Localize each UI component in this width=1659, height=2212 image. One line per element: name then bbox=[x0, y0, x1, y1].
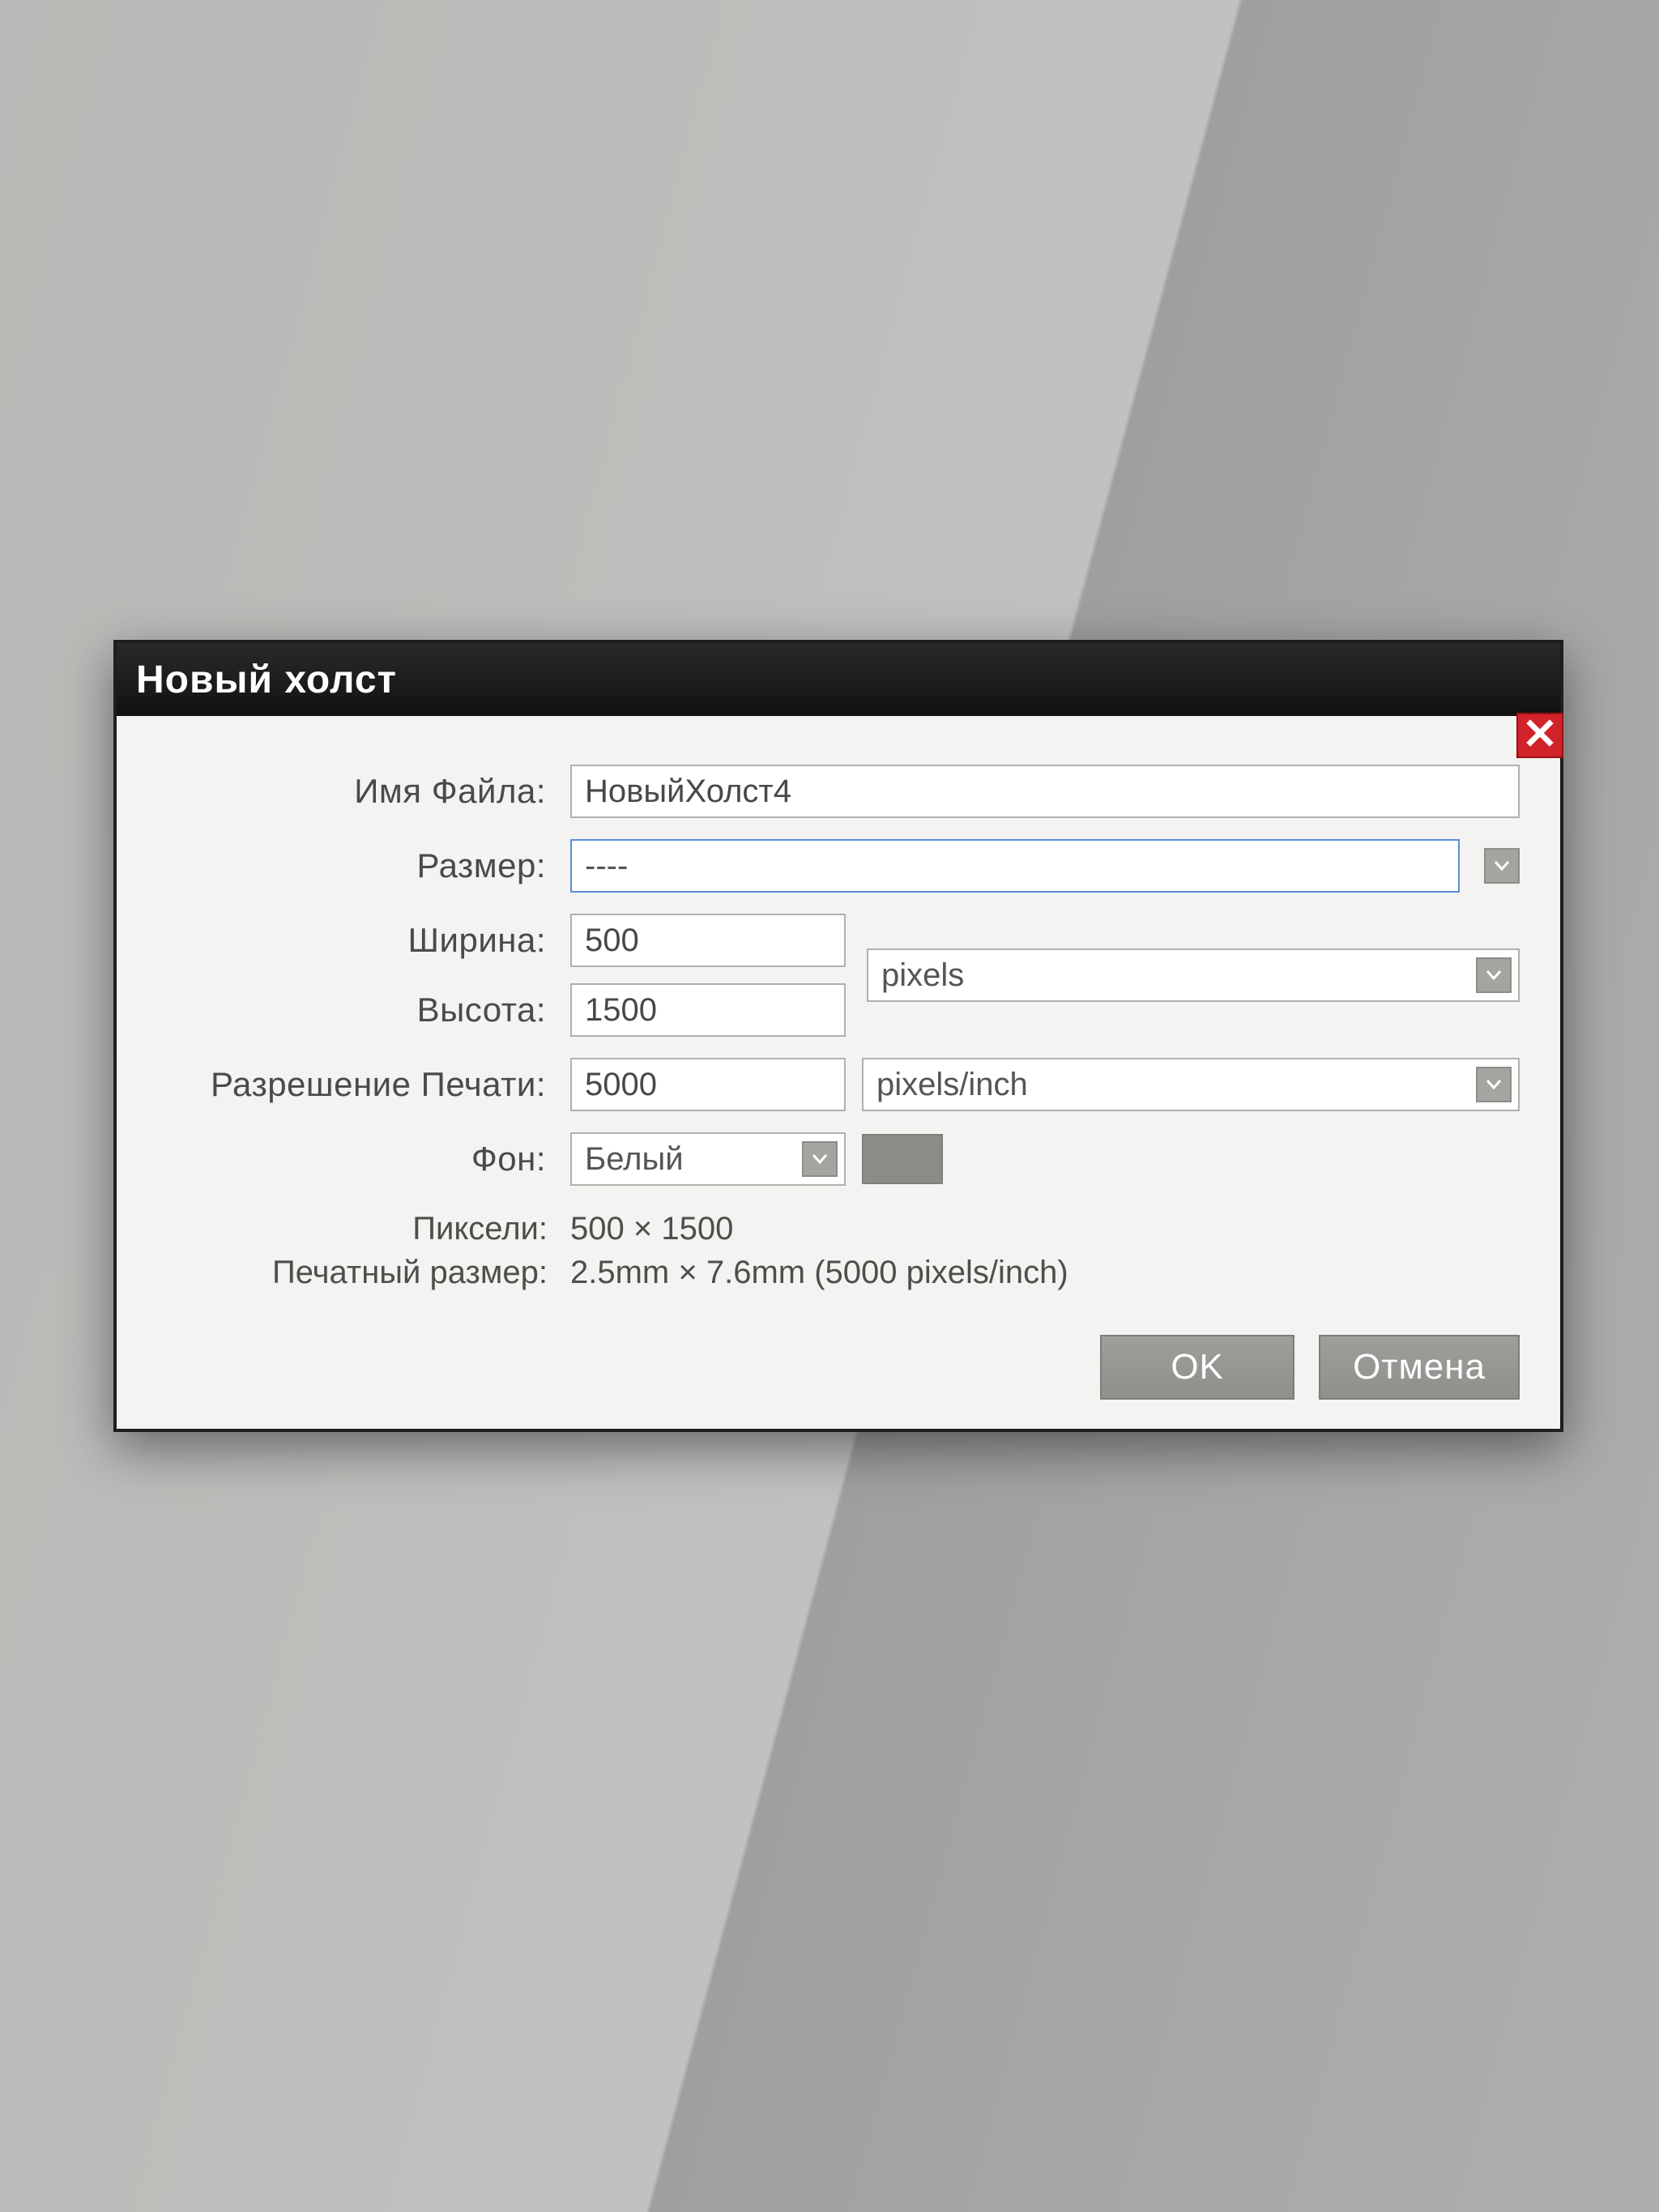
chevron-down-icon bbox=[812, 1153, 828, 1165]
summary-print-label: Печатный размер: bbox=[214, 1251, 570, 1294]
width-label: Ширина: bbox=[149, 921, 570, 960]
resolution-unit-value: pixels/inch bbox=[876, 1067, 1028, 1103]
ok-button-label: OK bbox=[1171, 1347, 1224, 1387]
dialog-body: Имя Файла: Размер: ---- Ширина: bbox=[117, 716, 1560, 1302]
chevron-down-icon bbox=[1494, 860, 1510, 872]
ok-button[interactable]: OK bbox=[1100, 1335, 1294, 1400]
close-button[interactable] bbox=[1516, 713, 1563, 758]
summary-pixels-value: 500 × 1500 bbox=[570, 1207, 733, 1251]
dimension-unit-select[interactable]: pixels bbox=[867, 948, 1520, 1002]
background-color-swatch[interactable] bbox=[862, 1134, 943, 1184]
resolution-unit-dropdown-button[interactable] bbox=[1476, 1067, 1512, 1102]
close-icon bbox=[1526, 716, 1554, 755]
size-preset-dropdown-button[interactable] bbox=[1484, 848, 1520, 884]
summary-block: Пиксели: 500 × 1500 Печатный размер: 2.5… bbox=[214, 1207, 1520, 1294]
size-preset-select[interactable]: ---- bbox=[570, 839, 1460, 893]
filename-input[interactable] bbox=[570, 765, 1520, 818]
filename-label: Имя Файла: bbox=[149, 772, 570, 811]
summary-pixels-label: Пиксели: bbox=[214, 1207, 570, 1251]
height-input[interactable] bbox=[570, 983, 846, 1037]
cancel-button-label: Отмена bbox=[1353, 1347, 1486, 1387]
dialog-button-row: OK Отмена bbox=[117, 1302, 1560, 1429]
dimension-unit-dropdown-button[interactable] bbox=[1476, 957, 1512, 993]
background-value: Белый bbox=[585, 1141, 684, 1178]
cancel-button[interactable]: Отмена bbox=[1319, 1335, 1520, 1400]
width-input[interactable] bbox=[570, 914, 846, 967]
chevron-down-icon bbox=[1486, 970, 1502, 981]
resolution-label: Разрешение Печати: bbox=[149, 1065, 570, 1104]
dimension-unit-value: pixels bbox=[881, 957, 964, 994]
resolution-unit-select[interactable]: pixels/inch bbox=[862, 1058, 1520, 1111]
new-canvas-dialog: Новый холст Имя Файла: Размер: ---- bbox=[113, 640, 1563, 1432]
background-label: Фон: bbox=[149, 1140, 570, 1178]
height-label: Высота: bbox=[149, 991, 570, 1029]
dialog-title: Новый холст bbox=[136, 658, 397, 702]
chevron-down-icon bbox=[1486, 1079, 1502, 1090]
background-select[interactable]: Белый bbox=[570, 1132, 846, 1186]
size-preset-value: ---- bbox=[585, 848, 628, 884]
resolution-input[interactable] bbox=[570, 1058, 846, 1111]
background-dropdown-button[interactable] bbox=[802, 1141, 838, 1177]
size-label: Размер: bbox=[149, 846, 570, 885]
summary-print-value: 2.5mm × 7.6mm (5000 pixels/inch) bbox=[570, 1251, 1068, 1294]
dialog-titlebar[interactable]: Новый холст bbox=[117, 643, 1560, 716]
